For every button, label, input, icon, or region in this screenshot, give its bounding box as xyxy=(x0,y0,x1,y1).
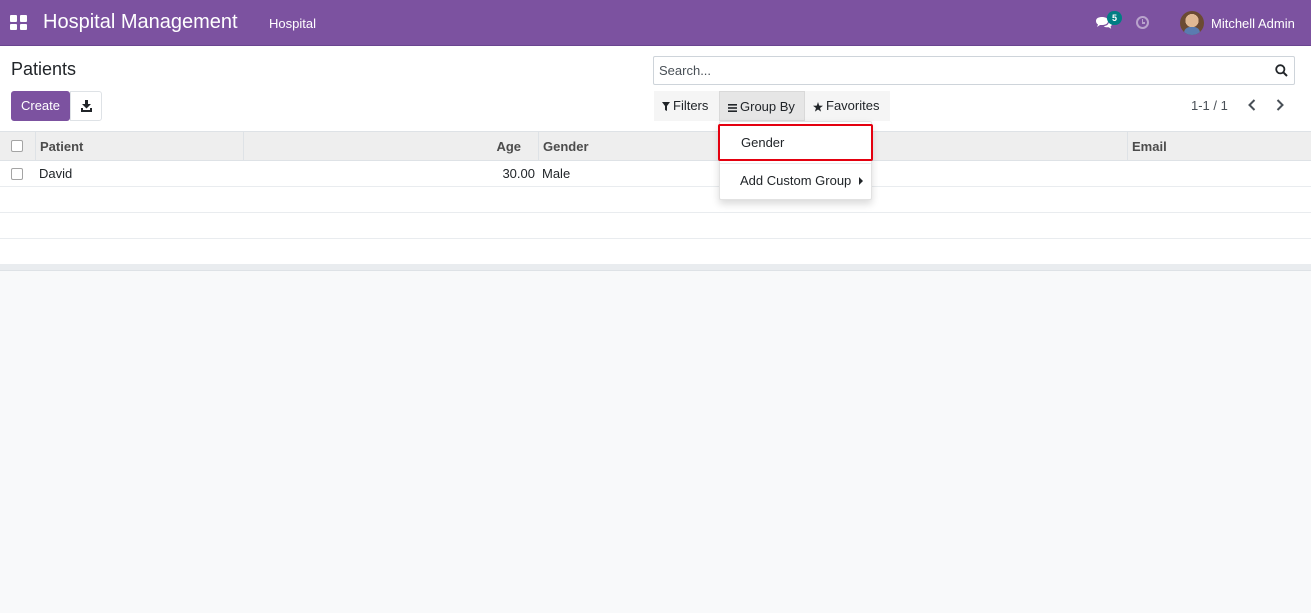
empty-row xyxy=(0,213,1311,239)
favorites-label: Favorites xyxy=(826,98,880,113)
add-custom-group-label: Add Custom Group xyxy=(740,173,852,188)
search-input[interactable] xyxy=(659,57,1259,84)
apps-menu-icon[interactable] xyxy=(10,15,27,30)
cell-gender: Male xyxy=(542,166,571,181)
download-icon xyxy=(81,100,92,112)
group-by-dropdown: Gender Add Custom Group xyxy=(718,121,873,200)
user-name[interactable]: Mitchell Admin xyxy=(1211,16,1295,31)
table-row[interactable]: David 30.00 Male xyxy=(0,161,1311,187)
add-custom-group-option[interactable]: Add Custom Group xyxy=(720,170,871,192)
empty-row xyxy=(0,239,1311,265)
control-panel: Patients Create Filters Group By Favorit… xyxy=(0,46,1311,131)
empty-row xyxy=(0,187,1311,213)
export-button[interactable] xyxy=(70,91,102,121)
group-by-label: Group By xyxy=(740,99,795,114)
cell-patient: David xyxy=(39,166,73,181)
messages-badge: 5 xyxy=(1107,11,1122,25)
pager-value[interactable]: 1-1 / 1 xyxy=(1191,98,1228,113)
chevron-left-icon[interactable] xyxy=(1247,99,1257,111)
filter-icon xyxy=(662,102,670,112)
page-title: Patients xyxy=(11,59,77,79)
select-all-checkbox[interactable] xyxy=(11,140,23,152)
column-header-email[interactable]: Email xyxy=(1132,132,1167,161)
table-footer xyxy=(0,265,1311,271)
search-icon[interactable] xyxy=(1275,64,1288,77)
user-avatar[interactable] xyxy=(1180,11,1204,35)
column-header-patient[interactable]: Patient xyxy=(40,132,83,161)
menu-item-hospital[interactable]: Hospital xyxy=(269,16,316,31)
chevron-right-icon[interactable] xyxy=(1275,99,1285,111)
favorites-button[interactable]: Favorites xyxy=(805,91,890,121)
row-checkbox[interactable] xyxy=(11,168,23,180)
patients-table: Patient Age Gender Email David 30.00 Mal… xyxy=(0,131,1311,271)
cell-age: 30.00 xyxy=(502,166,535,181)
group-by-button[interactable]: Group By xyxy=(719,91,805,121)
group-by-gender-option[interactable]: Gender xyxy=(718,124,873,161)
star-icon xyxy=(813,101,823,112)
column-header-age[interactable]: Age xyxy=(244,132,521,161)
column-header-gender[interactable]: Gender xyxy=(543,132,589,161)
filters-button[interactable]: Filters xyxy=(654,91,719,121)
create-button[interactable]: Create xyxy=(11,91,70,121)
filters-label: Filters xyxy=(673,98,709,113)
table-header: Patient Age Gender Email xyxy=(0,131,1311,161)
activity-clock-icon[interactable] xyxy=(1136,16,1149,29)
search-box xyxy=(653,56,1295,85)
bars-icon xyxy=(728,103,737,112)
app-brand[interactable]: Hospital Management xyxy=(43,11,238,34)
top-navbar: Hospital Management Hospital 5 Mitchell … xyxy=(0,0,1311,46)
caret-right-icon xyxy=(859,177,863,185)
dropdown-divider xyxy=(720,163,871,164)
